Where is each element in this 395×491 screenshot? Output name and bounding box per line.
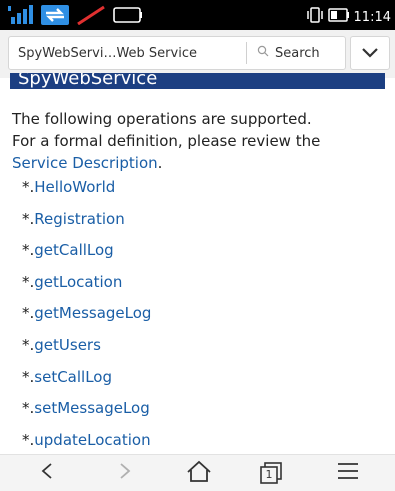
back-icon — [39, 462, 55, 484]
operation-link[interactable]: setMessageLog — [34, 399, 149, 417]
operation-item: *.getLocation — [22, 271, 151, 303]
operation-link[interactable]: Registration — [34, 210, 124, 228]
browser-toolbar: SpyWebServi…Web Service Search — [0, 30, 395, 78]
status-clock: 11:14 — [353, 9, 391, 25]
intro-line-3: Service Description. — [12, 152, 387, 174]
operation-bullet: *. — [22, 241, 35, 260]
operation-bullet: *. — [22, 304, 35, 323]
status-icons-left — [8, 5, 143, 29]
operation-item: *.getUsers — [22, 334, 151, 366]
back-button[interactable] — [17, 455, 77, 491]
signal-icon — [8, 5, 34, 29]
menu-button[interactable] — [318, 455, 378, 491]
operation-bullet: *. — [22, 335, 35, 354]
operation-bullet: *. — [22, 399, 35, 418]
battery-outline-icon — [113, 5, 143, 29]
intro-period: . — [157, 154, 163, 172]
forward-icon — [117, 462, 133, 484]
menu-icon — [336, 462, 360, 484]
operation-link[interactable]: HelloWorld — [34, 178, 115, 196]
operations-list: *.HelloWorld *.Registration *.getCallLog *.… — [22, 176, 151, 460]
status-bar: 11:14 — [0, 0, 395, 30]
page-header: SpyWebService — [10, 73, 385, 89]
operation-bullet: *. — [22, 272, 35, 291]
vibrate-icon — [306, 6, 324, 28]
operation-item: *.setCallLog — [22, 366, 151, 398]
status-icons-right: 11:14 — [306, 6, 391, 28]
operation-item: *.getCallLog — [22, 239, 151, 271]
browser-nav-bar: 1 — [0, 454, 395, 491]
operation-item: *.HelloWorld — [22, 176, 151, 208]
tabs-count: 1 — [265, 468, 273, 481]
operation-link[interactable]: getCallLog — [34, 241, 113, 259]
tabs-button[interactable]: 1 — [241, 455, 301, 491]
chevron-down-icon — [361, 44, 379, 63]
notification-icon — [76, 5, 106, 29]
operation-link[interactable]: getLocation — [34, 273, 122, 291]
address-bar-title[interactable]: SpyWebServi…Web Service — [9, 46, 246, 61]
operation-link[interactable]: getUsers — [34, 336, 101, 354]
address-bar[interactable]: SpyWebServi…Web Service Search — [8, 36, 346, 70]
home-button[interactable] — [169, 455, 229, 491]
home-icon — [186, 460, 212, 486]
operation-item: *.getMessageLog — [22, 302, 151, 334]
service-description-link[interactable]: Service Description — [12, 154, 158, 172]
operation-bullet: *. — [22, 209, 35, 228]
operation-bullet: *. — [22, 430, 35, 449]
battery-icon — [327, 7, 350, 27]
operation-item: *.Registration — [22, 208, 151, 240]
search-icon — [257, 45, 269, 61]
search-label[interactable]: Search — [275, 46, 320, 61]
intro-line-2: For a formal definition, please review t… — [12, 132, 321, 150]
search-field[interactable]: Search — [247, 45, 320, 61]
forward-button[interactable] — [95, 455, 155, 491]
sync-icon — [41, 5, 69, 29]
page-title: SpyWebService — [18, 73, 158, 89]
page-content: The following operations are supported. … — [12, 108, 387, 174]
dropdown-button[interactable] — [350, 36, 390, 70]
operation-link[interactable]: updateLocation — [34, 431, 150, 449]
operation-link[interactable]: setCallLog — [34, 368, 112, 386]
operation-bullet: *. — [22, 367, 35, 386]
operation-bullet: *. — [22, 178, 35, 196]
operation-link[interactable]: getMessageLog — [34, 304, 151, 322]
intro-line-1: The following operations are supported. — [12, 110, 312, 128]
operation-item: *.setMessageLog — [22, 397, 151, 429]
tabs-icon: 1 — [259, 462, 283, 484]
